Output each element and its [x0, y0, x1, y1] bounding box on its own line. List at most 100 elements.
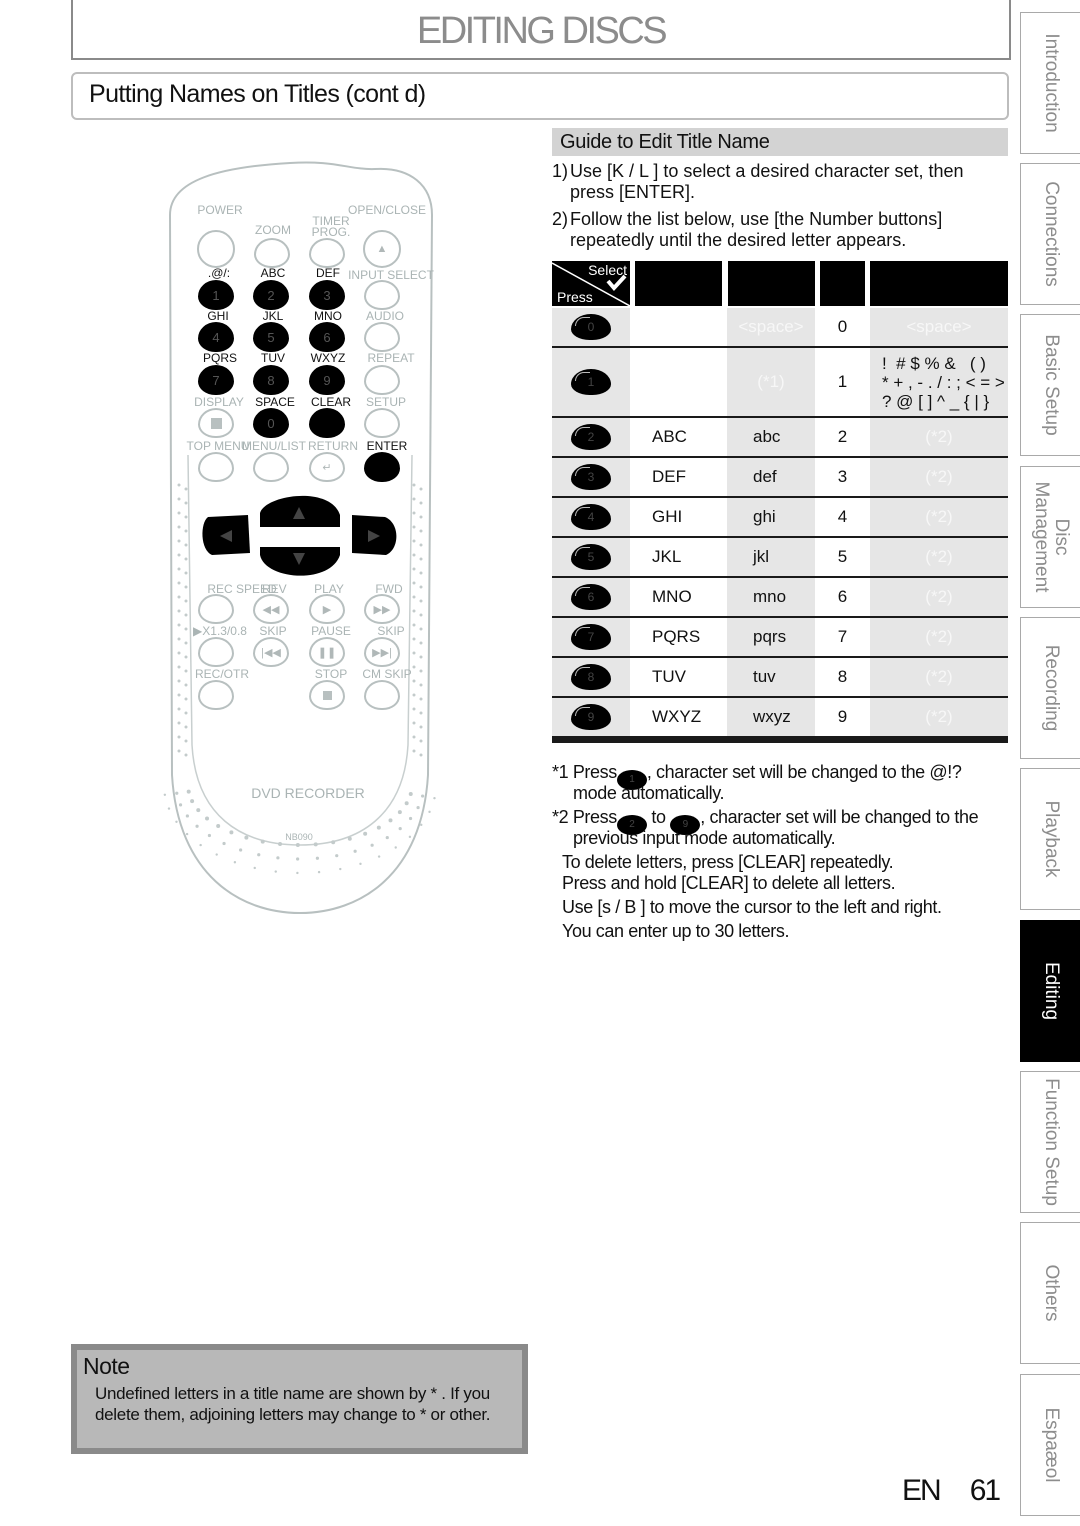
speaker-dot: [184, 557, 188, 561]
cm-skip-button[interactable]: [364, 680, 400, 710]
speaker-dot: [253, 866, 256, 870]
rev-button[interactable]: ◀◀: [253, 594, 289, 624]
digit-9-button[interactable]: 9: [309, 365, 345, 395]
table-corner-header: Select Press: [552, 261, 630, 306]
label-skip-back: SKIP: [259, 624, 287, 638]
speaker-dot: [335, 854, 339, 858]
label-rec-otr: REC/OTR: [195, 667, 249, 681]
symbol-cell: (*2): [870, 538, 1008, 576]
speaker-dot: [184, 515, 188, 519]
label-cm-skip: CM SKIP: [362, 667, 412, 681]
speaker-dot: [421, 794, 425, 798]
tab-playback[interactable]: Playback: [1020, 768, 1080, 910]
digit-8-button[interactable]: 8: [253, 365, 289, 395]
digit-3-button[interactable]: 3: [309, 280, 345, 310]
label-stop: STOP: [314, 667, 348, 681]
play-button[interactable]: ▶: [309, 594, 345, 624]
digit-6-button[interactable]: 6: [309, 322, 345, 352]
speaker-dot: [207, 833, 212, 838]
fwd-button[interactable]: ▶▶: [364, 594, 400, 624]
speaker-dot: [419, 641, 423, 645]
speaker-dot: [229, 830, 234, 835]
menu-list-button[interactable]: [253, 452, 289, 482]
audio-button[interactable]: [364, 322, 400, 352]
skip-fwd-button[interactable]: ▶▶|: [364, 637, 400, 667]
table-row: 1 (*1) 1! # $ % & ( ) * + , - . / : ; < = …: [552, 348, 1008, 416]
speaker-dot: [412, 651, 416, 655]
speaker-dot: [419, 543, 423, 547]
digit-5-button[interactable]: 5: [253, 322, 289, 352]
lowercase-cell: jkl: [727, 538, 815, 576]
tab-disc-management[interactable]: Disc Management: [1020, 466, 1080, 608]
table-row: 9 WXYZ wxyz 9 (*2): [552, 698, 1008, 736]
top-menu-button[interactable]: [198, 452, 234, 482]
digit-7-button[interactable]: 7: [198, 365, 234, 395]
symbol-cell: (*2): [870, 698, 1008, 736]
digit-1-button[interactable]: 1: [198, 280, 234, 310]
label-repeat: REPEAT: [367, 351, 415, 365]
rec-speed-button[interactable]: [198, 594, 234, 624]
page-number: 61: [969, 1474, 1001, 1507]
speaker-dot: [190, 799, 195, 804]
tab-introduction[interactable]: Introduction: [1020, 12, 1080, 154]
speaker-dot: [295, 842, 300, 847]
speaker-dot: [419, 585, 423, 589]
uppercase-cell: JKL: [630, 538, 727, 576]
pause-button[interactable]: ❚❚: [309, 637, 345, 667]
label-power: POWER: [197, 203, 243, 217]
label-skip-fwd: SKIP: [377, 624, 405, 638]
return-button[interactable]: ↵: [309, 452, 345, 482]
tab-connections[interactable]: Connections: [1020, 163, 1080, 305]
speaker-dot: [260, 839, 265, 844]
symbol-cell: (*2): [870, 498, 1008, 536]
stop-button[interactable]: [309, 680, 345, 710]
speaker-dot: [184, 529, 188, 533]
x13-button[interactable]: [198, 637, 234, 667]
table-row: 2 ABC abc 2 (*2): [552, 418, 1008, 456]
chapter-title-box: EDITING DISCS: [71, 0, 1011, 60]
tab-basic-setup[interactable]: Basic Setup: [1020, 314, 1080, 456]
label-setup: SETUP: [365, 395, 407, 409]
table-row: 0 <space> 0 <space>: [552, 308, 1008, 346]
speaker-dot: [186, 789, 191, 794]
tab-others[interactable]: Others: [1020, 1222, 1080, 1364]
setup-button[interactable]: [364, 408, 400, 438]
speaker-dot: [385, 835, 389, 840]
speaker-dot: [419, 627, 423, 631]
enter-button[interactable]: [364, 452, 400, 482]
tab-espanol[interactable]: Espaæol: [1020, 1374, 1080, 1516]
timer-prog-button[interactable]: [309, 238, 345, 268]
speaker-dot: [412, 721, 416, 725]
tab-editing[interactable]: Editing: [1020, 920, 1080, 1062]
play-icon: ▶: [322, 603, 332, 616]
number-cell: 1: [815, 348, 870, 416]
speaker-dot: [177, 637, 181, 641]
footnote-2-cont: previous input mode automatically.: [573, 828, 836, 848]
digit-2-button[interactable]: 2: [253, 280, 289, 310]
clear-button[interactable]: [309, 408, 345, 438]
speaker-dot: [412, 665, 416, 669]
power-button[interactable]: [197, 230, 235, 268]
digit-4-button[interactable]: 4: [198, 322, 234, 352]
speaker-dot: [177, 651, 181, 655]
symbol-cell: ! # $ % & ( ) * + , - . / : ; < = > ? @ …: [870, 348, 1008, 416]
open-close-button[interactable]: ▲: [363, 230, 401, 268]
speaker-dot: [177, 483, 181, 487]
symbol-cell: (*2): [870, 578, 1008, 616]
tab-recording[interactable]: Recording: [1020, 617, 1080, 759]
digit-0-button[interactable]: 0: [253, 408, 289, 438]
label-key-1: .@/:: [207, 266, 231, 280]
speaker-dot: [419, 557, 423, 561]
input-select-button[interactable]: [364, 280, 400, 310]
header-numbers: [820, 261, 865, 306]
speaker-dot: [419, 683, 423, 687]
tab-function-setup[interactable]: Function Setup: [1020, 1071, 1080, 1213]
speaker-dot: [398, 826, 402, 831]
lowercase-cell: def: [727, 458, 815, 496]
rec-otr-button[interactable]: [198, 680, 234, 710]
repeat-button[interactable]: [364, 365, 400, 395]
zoom-button[interactable]: [254, 238, 290, 268]
display-button[interactable]: [198, 408, 234, 438]
speaker-dot: [397, 810, 402, 815]
skip-back-button[interactable]: |◀◀: [253, 637, 289, 667]
